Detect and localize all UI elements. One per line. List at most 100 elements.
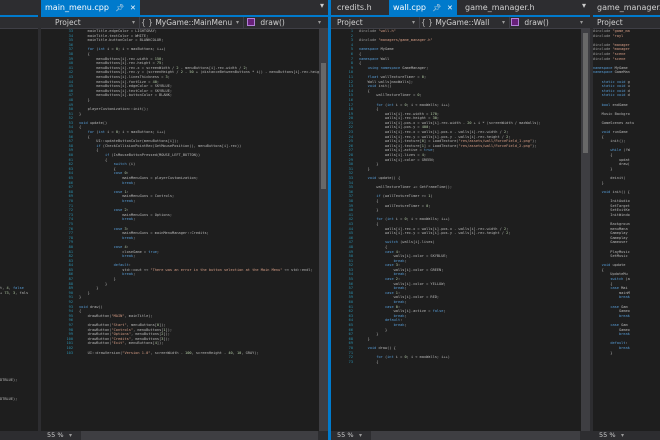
code-text: break; bbox=[122, 254, 136, 259]
code-text: break; bbox=[393, 323, 407, 327]
code-text: mainM bbox=[593, 290, 630, 295]
code-text: deinit( bbox=[593, 176, 626, 180]
code-text: { bbox=[359, 244, 388, 249]
tab-main-menu-cpp[interactable]: main_menu.cpp 📌︎ ✕ bbox=[41, 0, 140, 15]
nav-project-dropdown[interactable]: Project ▾ bbox=[337, 17, 420, 28]
code-text: if (IsMouseButtonPressed(MOUSE_LEFT_BUTT… bbox=[104, 153, 201, 158]
game-manager-code-area[interactable]: #include "game_ma #include "rayl #include … bbox=[593, 29, 660, 431]
code-text: case 1: bbox=[384, 290, 401, 295]
zoom-dropdown-icon[interactable]: ▾ bbox=[69, 431, 72, 440]
nav-scope-dropdown[interactable]: { } MyGame::MainMenu ▾ bbox=[141, 17, 244, 28]
code-text: walls[i].pos.x = walls[i].rec.width - 20… bbox=[359, 120, 541, 125]
nav-scope-dropdown[interactable]: { } MyGame::Wall ▾ bbox=[421, 17, 510, 28]
tab-overflow-icon[interactable]: ▾ bbox=[320, 1, 324, 10]
code-text: #include "scene bbox=[593, 51, 626, 56]
code-text: DTBLUE); bbox=[0, 378, 18, 383]
code-text: t, 4, false bbox=[0, 286, 24, 291]
nav-member-dropdown[interactable]: draw() ▾ bbox=[511, 17, 587, 28]
code-text: } bbox=[79, 290, 90, 295]
close-icon[interactable]: ✕ bbox=[130, 4, 136, 12]
code-text: playerCustomization::init(); bbox=[79, 107, 149, 112]
wall-horizontal-scrollbar[interactable] bbox=[371, 431, 580, 440]
code-text: #include "managers/game_manager.h" bbox=[359, 38, 433, 43]
pin-icon[interactable]: 📌︎ bbox=[116, 4, 125, 12]
code-text: namespace GameMan bbox=[593, 70, 630, 75]
code-text: menuButtons[i].fontSize = 40; bbox=[79, 79, 160, 84]
nav-member-label: draw() bbox=[260, 18, 285, 27]
code-text: break; bbox=[393, 258, 407, 263]
zoom-level[interactable]: 55 % bbox=[47, 431, 64, 440]
zoom-dropdown-icon[interactable]: ▾ bbox=[359, 431, 362, 440]
code-text: case 2: bbox=[113, 208, 129, 213]
code-text: InitAudio bbox=[593, 198, 630, 203]
code-text: drawButton("Options", menuButtons[2]); bbox=[79, 332, 170, 337]
code-text: mainMenuGuns = Controls; bbox=[79, 194, 175, 199]
main-menu-vertical-scrollbar[interactable] bbox=[319, 29, 328, 431]
code-text: walls[i].lives = 4; bbox=[359, 153, 427, 158]
code-text: Gameo bbox=[593, 309, 630, 314]
nav-project-dropdown[interactable]: Project ▾ bbox=[55, 17, 140, 28]
scope-icon: { } bbox=[421, 18, 433, 27]
nav-member-dropdown[interactable]: draw() ▾ bbox=[247, 17, 325, 28]
code-text: menuMana bbox=[593, 226, 628, 231]
game-manager-editor[interactable]: game_manager.cpp Project #include "game_… bbox=[593, 0, 660, 440]
code-text: break; bbox=[122, 180, 136, 185]
tab-game-manager-cpp[interactable]: game_manager.cpp bbox=[593, 0, 660, 15]
code-text: menuButtons[i].rec.y = (screenHeight / 2… bbox=[79, 70, 319, 75]
code-lines: #include "game_ma #include "rayl #include … bbox=[593, 29, 660, 355]
code-text: updat bbox=[593, 157, 630, 162]
code-line: } bbox=[593, 351, 660, 356]
code-text: + 73, 3, fals bbox=[0, 290, 29, 295]
code-text: } bbox=[359, 336, 370, 341]
close-icon[interactable]: ✕ bbox=[447, 4, 453, 12]
code-text: case 0: bbox=[384, 304, 401, 309]
code-text: if (CheckCollisionPointRec(GetMousePosit… bbox=[96, 143, 242, 148]
game-manager-statusbar: 55 % ▾ bbox=[593, 431, 660, 440]
code-text: } bbox=[593, 180, 604, 185]
code-text: menuButtons[i].edgeColor = SKYBLUE; bbox=[79, 84, 173, 89]
pin-icon[interactable]: 📌︎ bbox=[433, 4, 442, 12]
main-menu-navbar: Project ▾ { } MyGame::MainMenu ▾ draw() … bbox=[41, 17, 328, 29]
code-text: } bbox=[359, 166, 370, 171]
main-menu-code-area[interactable]: 33 mainTitle.edgeColor = LIGHTGRAY; 34 ma… bbox=[51, 29, 320, 431]
code-text: menuButtons[i].rec.width = 150; bbox=[79, 56, 164, 61]
code-text: bool endGame bbox=[601, 102, 628, 107]
main-menu-tabbar: main_menu.cpp 📌︎ ✕ ▾ bbox=[41, 0, 328, 17]
wall-editor[interactable]: credits.h wall.cpp 📌︎ ✕ game_manager.h ▾… bbox=[331, 0, 590, 440]
zoom-level[interactable]: 55 % bbox=[337, 431, 354, 440]
tab-wall-cpp[interactable]: wall.cpp 📌︎ ✕ bbox=[389, 0, 457, 15]
wall-code-area[interactable]: 1 #include "wall.h" 2 3 #include "managers/g… bbox=[331, 29, 581, 431]
left-tabbar bbox=[0, 0, 38, 17]
code-text: static void d bbox=[601, 88, 630, 93]
code-text: for (int i = 0; i < maxWalls; i++) bbox=[376, 217, 450, 222]
code-text: case 4: bbox=[384, 249, 401, 254]
code-text: walls[i].texture[1] = LoadTexture("res/a… bbox=[359, 143, 537, 148]
code-text: } bbox=[79, 286, 99, 291]
nav-scope-label: MyGame::Wall bbox=[435, 18, 490, 27]
main-menu-editor[interactable]: main_menu.cpp 📌︎ ✕ ▾ Project ▾ { } MyGam… bbox=[41, 0, 328, 440]
scrollbar-thumb[interactable] bbox=[321, 63, 326, 189]
tab-credits-h[interactable]: credits.h bbox=[333, 0, 376, 15]
code-text: { bbox=[359, 221, 379, 226]
scrollbar-thumb[interactable] bbox=[583, 33, 588, 153]
code-text: InitWindo bbox=[593, 212, 630, 217]
code-text: } bbox=[79, 111, 82, 116]
code-text: closeGame = true; bbox=[79, 249, 160, 254]
tab-overflow-icon[interactable]: ▾ bbox=[582, 1, 586, 10]
code-text: } bbox=[359, 332, 379, 337]
tab-game-manager-h[interactable]: game_manager.h bbox=[461, 0, 539, 15]
zoom-dropdown-icon[interactable]: ▾ bbox=[621, 431, 624, 440]
code-text: } bbox=[79, 277, 116, 282]
zoom-level[interactable]: 55 % bbox=[599, 431, 616, 440]
wall-statusbar: 55 % ▾ bbox=[331, 431, 590, 440]
code-text: break; bbox=[393, 300, 407, 305]
left-partial-editor[interactable]: t, 4, false + 73, 3, fals DTBLUE); DTBLUE); bbox=[0, 0, 38, 440]
main-menu-horizontal-scrollbar[interactable] bbox=[81, 431, 318, 440]
nav-project-dropdown[interactable]: Project bbox=[597, 17, 660, 28]
game-manager-navbar: Project bbox=[593, 17, 660, 29]
code-text: namespace Wall bbox=[359, 56, 390, 61]
code-text: #include "manager bbox=[593, 42, 630, 47]
left-code-area[interactable]: t, 4, false + 73, 3, fals DTBLUE); DTBLUE); bbox=[0, 29, 38, 431]
code-text: { bbox=[593, 134, 604, 139]
wall-vertical-scrollbar[interactable] bbox=[581, 29, 590, 431]
